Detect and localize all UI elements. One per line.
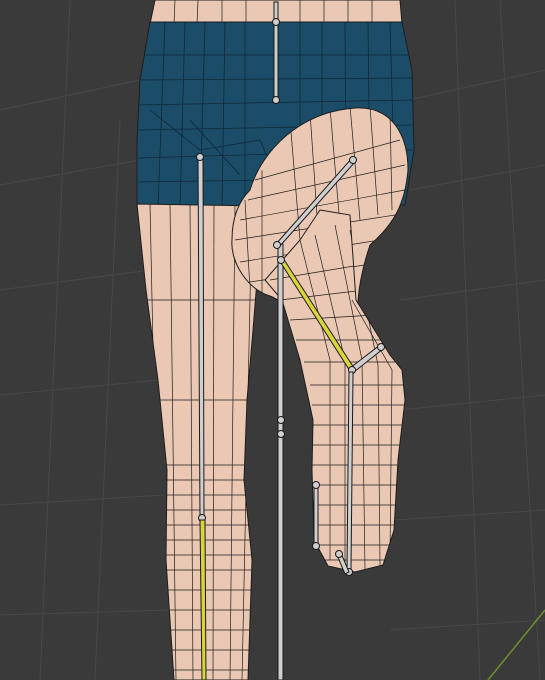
viewport-canvas[interactable]	[0, 0, 545, 680]
spine-bone[interactable]	[272, 1, 280, 104]
grid-axis-line	[487, 609, 545, 680]
ik-pole-bone[interactable]	[277, 243, 285, 680]
